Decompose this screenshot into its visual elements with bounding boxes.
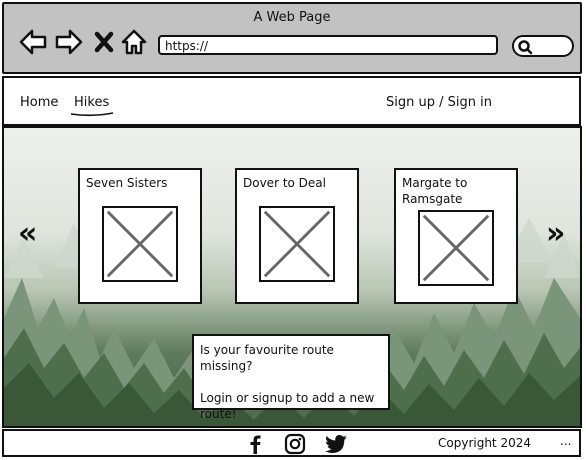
footer: Copyright 2024 ...: [2, 429, 581, 457]
carousel-next-arrow[interactable]: »: [546, 216, 565, 251]
window-title: A Web Page: [253, 10, 331, 25]
route-card-title: Margate to Ramsgate: [402, 176, 468, 206]
url-input[interactable]: https://: [158, 35, 498, 55]
browser-window: A Web Page https://: [2, 2, 582, 74]
site-navbar: Home Hikes Sign up / Sign in: [2, 76, 581, 126]
route-card-title: Dover to Deal: [243, 176, 326, 190]
copyright-text: Copyright 2024: [438, 436, 531, 450]
active-nav-underline: [70, 112, 114, 117]
route-card[interactable]: Dover to Deal: [235, 168, 359, 304]
notice-question: Is your favourite route missing?: [200, 343, 334, 373]
nav-home-link[interactable]: Home: [20, 95, 58, 110]
twitter-icon[interactable]: [324, 433, 348, 455]
forward-icon[interactable]: [54, 28, 84, 56]
facebook-icon[interactable]: [244, 433, 266, 455]
back-icon[interactable]: [18, 28, 48, 56]
nav-hikes-link[interactable]: Hikes: [74, 95, 109, 110]
footer-more-text: ...: [560, 434, 572, 448]
image-placeholder-icon: [102, 206, 178, 282]
route-card[interactable]: Margate to Ramsgate: [394, 168, 518, 304]
notice-signup-prompt[interactable]: Login or signup to add a new route!: [200, 390, 382, 422]
missing-route-notice: Is your favourite route missing? Login o…: [192, 334, 390, 421]
carousel-prev-arrow[interactable]: «: [18, 216, 37, 251]
search-icon: [518, 40, 533, 55]
nav-signup-signin-link[interactable]: Sign up / Sign in: [386, 95, 492, 110]
image-placeholder-icon: [418, 210, 494, 286]
route-card[interactable]: Seven Sisters: [78, 168, 202, 304]
close-icon[interactable]: [92, 28, 116, 56]
browser-search-box[interactable]: [512, 35, 574, 57]
route-card-title: Seven Sisters: [86, 176, 168, 190]
image-placeholder-icon: [259, 206, 335, 282]
home-icon[interactable]: [120, 28, 148, 56]
instagram-icon[interactable]: [284, 433, 306, 455]
